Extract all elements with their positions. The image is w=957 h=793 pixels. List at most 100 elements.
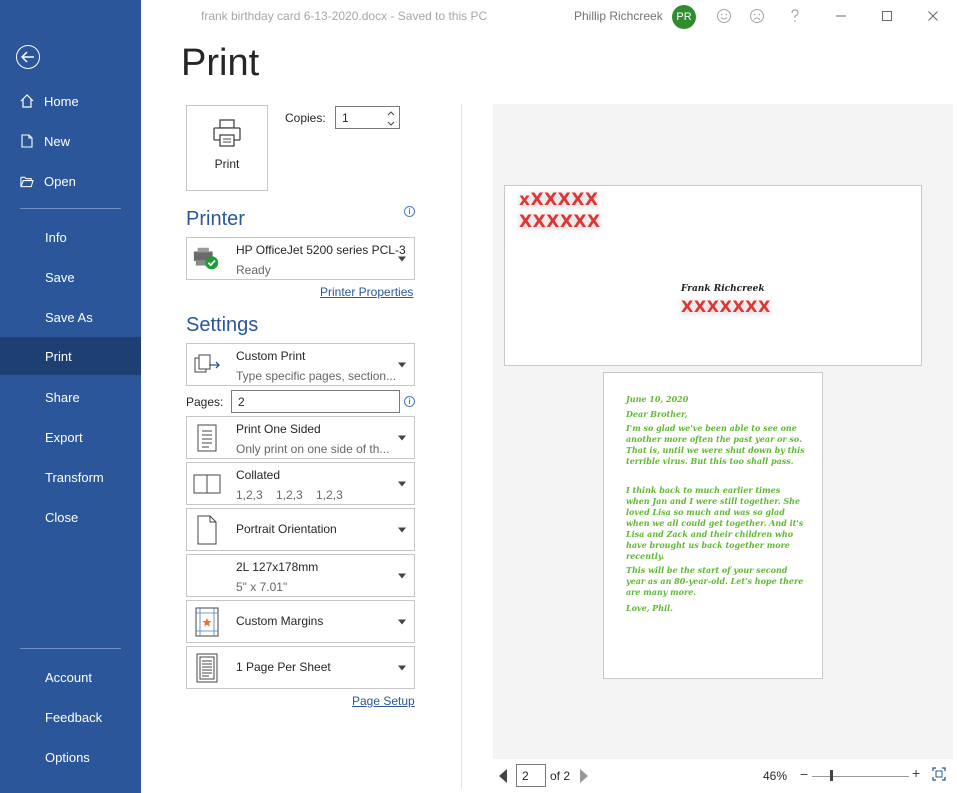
chevron-down-icon	[398, 256, 406, 261]
sidebar-divider-bottom	[20, 648, 121, 649]
close-icon[interactable]	[924, 7, 942, 25]
pages-input[interactable]	[232, 391, 392, 412]
nav-home-label: Home	[44, 93, 79, 109]
letter-date: June 10, 2020	[626, 394, 689, 404]
minimize-icon[interactable]	[832, 7, 850, 25]
printer-info-icon[interactable]: i	[404, 206, 415, 217]
sides-title: Print One Sided	[236, 422, 321, 436]
pages-per-sheet-title: 1 Page Per Sheet	[236, 660, 331, 674]
maximize-icon[interactable]	[878, 7, 896, 25]
nav-options[interactable]: Options	[0, 738, 141, 776]
copies-spinner[interactable]	[335, 106, 400, 129]
page-setup-link[interactable]: Page Setup	[352, 694, 415, 708]
nav-account[interactable]: Account	[0, 658, 141, 696]
pages-per-sheet-dropdown[interactable]: 1 Page Per Sheet	[186, 646, 415, 689]
page-per-sheet-icon	[192, 653, 222, 683]
current-page-field[interactable]	[516, 764, 546, 787]
smile-feedback-icon[interactable]	[715, 7, 733, 25]
spin-up-icon[interactable]	[385, 108, 397, 118]
letter-paragraph-3: This will be the start of your second ye…	[626, 565, 804, 597]
chevron-down-icon	[398, 362, 406, 367]
print-range-subtitle: Type specific pages, section...	[236, 369, 397, 383]
paper-size-subtitle: 5" x 7.01"	[236, 580, 288, 594]
help-icon[interactable]	[786, 7, 804, 25]
nav-transform[interactable]: Transform	[0, 458, 141, 496]
printer-status: Ready	[236, 263, 271, 277]
nav-new[interactable]: New	[0, 122, 141, 160]
user-avatar[interactable]: PR	[672, 5, 696, 29]
next-page-icon[interactable]	[580, 769, 588, 783]
frown-feedback-icon[interactable]	[748, 7, 766, 25]
nav-print[interactable]: Print	[0, 337, 141, 375]
nav-home[interactable]: Home	[0, 82, 141, 120]
document-title: frank birthday card 6-13-2020.docx - Sav…	[201, 9, 488, 23]
sides-subtitle: Only print on one side of th...	[236, 442, 390, 456]
print-range-title: Custom Print	[236, 349, 306, 363]
paper-size-dropdown[interactable]: 2L 127x178mm 5" x 7.01"	[186, 554, 415, 597]
nav-share-label: Share	[45, 389, 80, 405]
page-title: Print	[181, 42, 260, 84]
zoom-out-icon[interactable]: −	[800, 766, 808, 782]
nav-close[interactable]: Close	[0, 498, 141, 536]
print-button[interactable]: Print	[186, 105, 268, 191]
nav-info-label: Info	[45, 229, 67, 245]
pages-info-icon[interactable]: i	[404, 396, 415, 407]
collation-subtitle: 1,2,3 1,2,3 1,2,3	[236, 488, 343, 502]
nav-feedback[interactable]: Feedback	[0, 698, 141, 736]
nav-save[interactable]: Save	[0, 258, 141, 296]
envelope-return-line-1: xXXXXX	[519, 190, 599, 210]
one-sided-icon	[192, 423, 222, 453]
nav-new-label: New	[44, 133, 71, 149]
orientation-title: Portrait Orientation	[236, 522, 337, 536]
zoom-level[interactable]: 46%	[763, 769, 787, 783]
nav-open[interactable]: Open	[0, 162, 141, 200]
envelope-recipient-address: XXXXXXX	[681, 297, 771, 316]
print-range-dropdown[interactable]: Custom Print Type specific pages, sectio…	[186, 343, 415, 386]
chevron-down-icon	[398, 665, 406, 670]
printer-dropdown[interactable]: HP OfficeJet 5200 series PCL-3 Ready	[186, 237, 415, 280]
nav-open-label: Open	[44, 173, 76, 189]
margins-title: Custom Margins	[236, 614, 324, 628]
letter-greeting: Dear Brother,	[626, 409, 688, 419]
nav-close-label: Close	[45, 509, 79, 525]
previous-page-icon[interactable]	[499, 769, 507, 783]
envelope-recipient-name: Frank Richcreek	[681, 284, 765, 294]
panel-divider	[461, 104, 462, 789]
current-page-input[interactable]	[517, 765, 545, 786]
chevron-down-icon	[398, 481, 406, 486]
orientation-dropdown[interactable]: Portrait Orientation	[186, 508, 415, 551]
nav-save-as-label: Save As	[45, 309, 93, 325]
paper-size-title: 2L 127x178mm	[236, 560, 319, 574]
user-name[interactable]: Phillip Richcreek	[574, 9, 663, 23]
sides-dropdown[interactable]: Print One Sided Only print on one side o…	[186, 416, 415, 459]
print-button-label: Print	[214, 157, 240, 171]
zoom-in-icon[interactable]: +	[912, 765, 920, 781]
nav-print-label: Print	[45, 348, 72, 364]
nav-info[interactable]: Info	[0, 218, 141, 256]
nav-feedback-label: Feedback	[45, 709, 103, 725]
nav-save-as[interactable]: Save As	[0, 298, 141, 336]
zoom-to-page-icon[interactable]	[932, 767, 946, 781]
zoom-slider-thumb[interactable]	[830, 770, 833, 781]
letter-paragraph-1: I'm so glad we've been able to see one a…	[626, 423, 805, 466]
nav-share[interactable]: Share	[0, 378, 141, 416]
zoom-slider[interactable]	[812, 776, 909, 777]
pages-label: Pages:	[186, 395, 224, 409]
printer-icon	[211, 118, 243, 151]
nav-export-label: Export	[45, 429, 83, 445]
backstage-sidebar: Home New Open Info Save Save As Print Sh…	[0, 0, 141, 793]
settings-heading: Settings	[186, 314, 259, 336]
margins-dropdown[interactable]: Custom Margins	[186, 600, 415, 643]
folder-open-icon	[20, 174, 34, 188]
collation-dropdown[interactable]: Collated 1,2,3 1,2,3 1,2,3	[186, 462, 415, 505]
back-arrow-icon[interactable]	[16, 45, 40, 69]
nav-export[interactable]: Export	[0, 418, 141, 456]
pages-field[interactable]	[231, 390, 400, 413]
page-count: of 2	[550, 769, 571, 783]
sidebar-divider	[20, 208, 121, 209]
nav-save-label: Save	[45, 269, 75, 285]
copies-input[interactable]	[336, 107, 382, 128]
custom-print-pages-icon	[192, 350, 222, 380]
printer-properties-link[interactable]: Printer Properties	[320, 285, 413, 299]
spin-down-icon[interactable]	[385, 118, 397, 128]
